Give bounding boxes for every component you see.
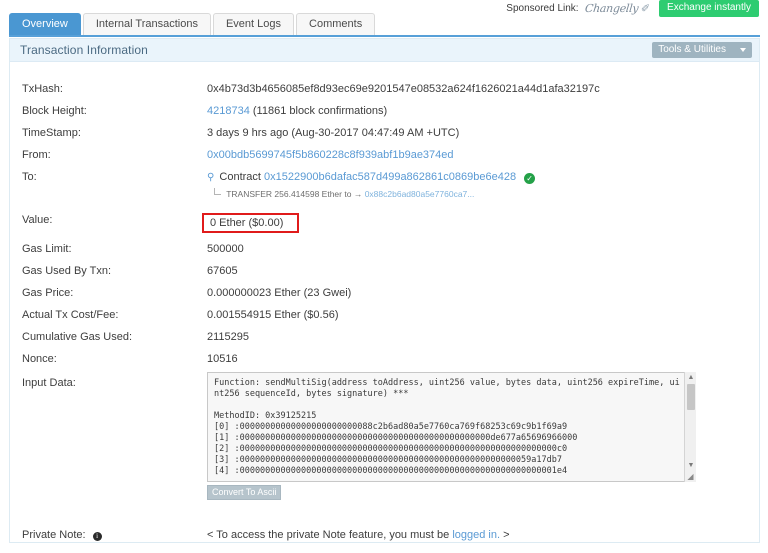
to-value: ⚲ Contract 0x1522900b6dafac587d499a86286…: [207, 166, 536, 201]
block-number-link[interactable]: 4218734: [207, 105, 250, 117]
tx-cost-value: 0.001554915 Ether ($0.56): [207, 309, 339, 321]
block-height-value: 4218734 (11861 block confirmations): [207, 100, 387, 118]
transfer-prefix: TRANSFER: [226, 189, 273, 199]
input-data-scrollbar[interactable]: ▲ ▼ ◢: [684, 372, 696, 482]
transfer-destination-link[interactable]: 0x88c2b6ad80a5e7760ca7...: [365, 189, 475, 199]
to-contract-line: ⚲ Contract 0x1522900b6dafac587d499a86286…: [207, 171, 536, 184]
private-note-value: < To access the private Note feature, yo…: [207, 524, 510, 542]
value-label: Value:: [22, 214, 53, 226]
value-value: 0 Ether ($0.00): [202, 209, 300, 233]
from-label: From:: [22, 149, 51, 161]
row-gas-limit: Gas Limit: 500000: [10, 238, 759, 260]
tab-event-logs[interactable]: Event Logs: [212, 13, 295, 35]
to-label: To:: [22, 171, 37, 183]
scrollbar-down-arrow-icon[interactable]: ▼: [685, 460, 697, 471]
block-confirmations: (11861 block confirmations): [252, 105, 388, 117]
row-nonce: Nonce: 10516: [10, 348, 759, 370]
magnifier-icon[interactable]: ⚲: [207, 171, 214, 184]
row-private-note: Private Note: i < To access the private …: [10, 524, 759, 546]
row-input-data: Input Data: Function: sendMultiSig(addre…: [10, 372, 759, 500]
row-gas-used: Gas Used By Txn: 67605: [10, 260, 759, 282]
internal-transfer-line: TRANSFER 256.414598 Ether to → 0x88c2b6a…: [207, 188, 535, 201]
private-note-text-before: < To access the private Note feature, yo…: [207, 529, 450, 541]
transfer-to-label: to →: [344, 189, 363, 199]
tab-internal-transactions[interactable]: Internal Transactions: [82, 13, 211, 35]
logged-in-link[interactable]: logged in.: [452, 529, 500, 541]
changelly-logo[interactable]: Changelly: [584, 2, 639, 15]
from-address-link[interactable]: 0x00bdb5699745f5b860228c8f939abf1b9ae374…: [207, 149, 454, 161]
value-highlight-box: 0 Ether ($0.00): [202, 213, 300, 233]
page-title: Transaction Information: [20, 43, 148, 57]
gas-price-label: Gas Price:: [22, 287, 74, 299]
info-icon[interactable]: i: [92, 532, 102, 541]
row-from: From: 0x00bdb5699745f5b860228c8f939abf1b…: [10, 144, 759, 166]
row-txhash: TxHash: 0x4b73d3b4656085ef8d93ec69e92015…: [10, 78, 759, 100]
nonce-value: 10516: [207, 353, 238, 365]
gas-limit-value: 500000: [207, 243, 244, 255]
sponsored-link-label: Sponsored Link:: [506, 2, 579, 14]
transaction-info-panel: Transaction Information Tools & Utilitie…: [9, 38, 760, 543]
panel-header: Transaction Information Tools & Utilitie…: [10, 39, 759, 62]
row-block-height: Block Height: 4218734 (11861 block confi…: [10, 100, 759, 122]
etherscan-transaction-page: Sponsored Link: Changelly ✐ Exchange ins…: [0, 0, 768, 553]
timestamp-label: TimeStamp:: [22, 127, 81, 139]
row-cumulative-gas: Cumulative Gas Used: 2115295: [10, 326, 759, 348]
from-value: 0x00bdb5699745f5b860228c8f939abf1b9ae374…: [207, 144, 454, 162]
row-to: To: ⚲ Contract 0x1522900b6dafac587d499a8…: [10, 166, 759, 201]
scrollbar-up-arrow-icon[interactable]: ▲: [685, 372, 697, 383]
gas-used-value: 67605: [207, 265, 238, 277]
tab-overview[interactable]: Overview: [9, 13, 81, 35]
private-note-label: Private Note: i: [22, 524, 207, 542]
tx-cost-label: Actual Tx Cost/Fee:: [22, 309, 119, 321]
txhash-label: TxHash:: [22, 83, 63, 95]
input-data-label: Input Data:: [22, 377, 76, 389]
scrollbar-thumb[interactable]: [687, 384, 695, 410]
gas-limit-label: Gas Limit:: [22, 243, 72, 255]
private-note-label-text: Private Note:: [22, 529, 86, 541]
tree-branch-icon: [214, 188, 221, 195]
input-data-textarea[interactable]: Function: sendMultiSig(address toAddress…: [207, 372, 696, 482]
chevron-down-icon: [740, 48, 746, 52]
to-address-link[interactable]: 0x1522900b6dafac587d499a862861c0869be6e4…: [264, 171, 516, 183]
verified-check-icon: ✓: [524, 173, 536, 184]
transaction-details-list: TxHash: 0x4b73d3b4656085ef8d93ec69e92015…: [10, 62, 759, 546]
tab-comments[interactable]: Comments: [296, 13, 376, 35]
transfer-amount: 256.414598 Ether: [274, 189, 342, 199]
contract-prefix-label: Contract: [219, 171, 261, 183]
tab-bar: Overview Internal Transactions Event Log…: [9, 13, 760, 37]
txhash-value: 0x4b73d3b4656085ef8d93ec69e9201547e08532…: [207, 83, 600, 95]
input-data-value: Function: sendMultiSig(address toAddress…: [207, 372, 696, 500]
nonce-label: Nonce:: [22, 353, 57, 365]
row-timestamp: TimeStamp: 3 days 9 hrs ago (Aug-30-2017…: [10, 122, 759, 144]
gas-used-label: Gas Used By Txn:: [22, 265, 112, 277]
cumulative-gas-label: Cumulative Gas Used:: [22, 331, 133, 343]
exchange-instantly-button[interactable]: Exchange instantly: [659, 0, 759, 17]
changelly-mark-icon: ✐: [640, 2, 651, 15]
row-tx-cost: Actual Tx Cost/Fee: 0.001554915 Ether ($…: [10, 304, 759, 326]
resize-grip-icon[interactable]: ◢: [685, 471, 696, 482]
timestamp-value: 3 days 9 hrs ago (Aug-30-2017 04:47:49 A…: [207, 127, 460, 139]
convert-to-ascii-button[interactable]: Convert To Ascii: [207, 485, 282, 500]
tools-and-utilities-label: Tools & Utilities: [658, 44, 726, 55]
block-height-label: Block Height:: [22, 105, 87, 117]
cumulative-gas-value: 2115295: [207, 331, 250, 343]
tools-and-utilities-button[interactable]: Tools & Utilities: [652, 42, 752, 58]
row-value: Value: 0 Ether ($0.00): [10, 209, 759, 233]
private-note-text-after: >: [503, 529, 510, 541]
row-gas-price: Gas Price: 0.000000023 Ether (23 Gwei): [10, 282, 759, 304]
gas-price-value: 0.000000023 Ether (23 Gwei): [207, 287, 352, 299]
